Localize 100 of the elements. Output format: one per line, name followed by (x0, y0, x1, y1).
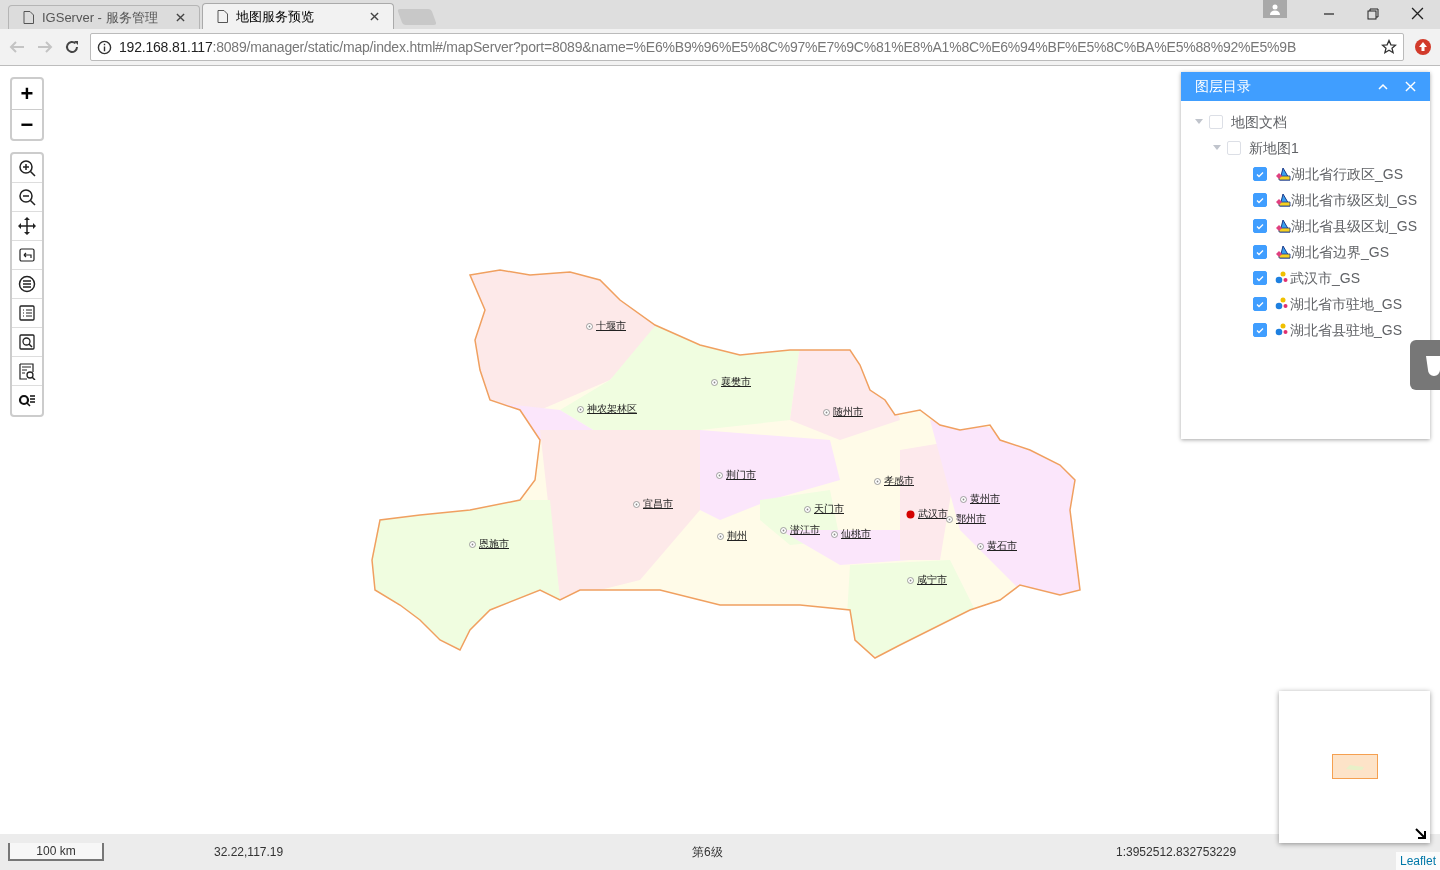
reload-icon[interactable] (64, 39, 80, 55)
coordinates-text: 32.22,117.19 (214, 844, 284, 861)
city-marker-icon (960, 495, 967, 503)
polygon-layer-icon (1275, 218, 1291, 234)
map-label: 潜江市 (790, 525, 820, 535)
undo-icon (18, 246, 36, 264)
check-icon (1256, 170, 1264, 178)
map-label: 孝感市 (884, 476, 914, 486)
layer-name[interactable]: 湖北省县驻地_GS (1290, 319, 1402, 341)
map-label: 仙桃市 (841, 529, 871, 539)
layer-name[interactable]: 地图文档 (1231, 111, 1287, 133)
zoom-out-button[interactable]: − (12, 110, 42, 139)
profile-icon[interactable] (1263, 0, 1287, 18)
extension-icon[interactable] (1414, 38, 1432, 56)
panel-title: 图层目录 (1195, 77, 1251, 96)
city-marker-icon (469, 540, 476, 548)
zoom-in-button[interactable]: + (12, 79, 42, 110)
move-arrows-icon (18, 217, 36, 235)
checkbox[interactable] (1253, 323, 1267, 337)
tab-title: IGServer - 服务管理 (42, 8, 158, 27)
scale-ratio-text: 1:3952512.832753229 (1116, 844, 1237, 861)
zoom-out-icon (18, 188, 36, 206)
close-icon[interactable] (176, 13, 185, 22)
browser-tab[interactable]: IGServer - 服务管理 (8, 5, 200, 29)
layer-name[interactable]: 湖北省行政区_GS (1291, 163, 1403, 185)
point-layer-icon (1275, 271, 1290, 285)
city-marker-icon (577, 405, 584, 413)
attribution-link[interactable]: Leaflet (1395, 852, 1440, 870)
map-label: 武汉市 (918, 509, 948, 519)
layer-name[interactable]: 湖北省县级区划_GS (1291, 215, 1417, 237)
city-marker-icon (874, 477, 881, 485)
checkbox[interactable] (1253, 219, 1267, 233)
zoom-level-text: 第6级 (692, 844, 723, 861)
city-marker-icon (804, 505, 811, 513)
city-marker-icon (780, 526, 787, 534)
url-text: 192.168.81.117:8089/manager/static/map/index.html#/mapServer?port=8089&name=%E6%B9%96%E5%8C%97%E7%9C%81%E8%A1%8C%E6%94%BF%E5%8C%BA%E5%88%92%E5%9B (119, 37, 1297, 57)
document-search-icon (18, 362, 36, 380)
search-frame-icon (18, 333, 36, 351)
point-layer-icon (1275, 297, 1290, 311)
check-icon (1256, 326, 1264, 334)
check-icon (1256, 196, 1264, 204)
checkbox[interactable] (1253, 271, 1267, 285)
map-label: 荆州 (727, 531, 747, 541)
city-marker-icon (977, 542, 984, 550)
map-label: 天门市 (814, 504, 844, 514)
checkbox[interactable] (1253, 167, 1267, 181)
city-marker-icon (823, 408, 830, 416)
zoom-in-icon (18, 159, 36, 177)
map-label: 神农架林区 (587, 404, 637, 414)
tab-title: 地图服务预览 (236, 7, 314, 26)
layer-name[interactable]: 湖北省边界_GS (1291, 241, 1389, 263)
city-marker-icon (633, 500, 640, 508)
map-label: 十堰市 (596, 321, 626, 331)
info-icon (97, 39, 112, 55)
address-bar[interactable]: 192.168.81.117:8089/manager/static/map/index.html#/mapServer?port=8089&name=%E6%B9%96%E5%8C%97%E7%9C%81%E8%A1%8C%E6%94%BF%E5%8C%BA%E5%88%92%E5%9B (90, 33, 1404, 61)
city-marker-icon (716, 471, 723, 479)
side-panel-toggle[interactable] (1410, 340, 1440, 390)
page-icon (217, 10, 228, 23)
check-icon (1256, 248, 1264, 256)
city-marker-icon (831, 530, 838, 538)
checkbox[interactable] (1253, 245, 1267, 259)
list-circle-icon (18, 275, 36, 293)
layer-name[interactable]: 新地图1 (1249, 137, 1299, 159)
map-label: 襄樊市 (721, 377, 751, 387)
check-icon (1256, 274, 1264, 282)
polygon-layer-icon (1275, 244, 1291, 260)
check-icon (1256, 300, 1264, 308)
map-label: 恩施市 (479, 539, 509, 549)
checkbox[interactable] (1253, 297, 1267, 311)
layer-name[interactable]: 湖北省市驻地_GS (1290, 293, 1402, 315)
list-icon (18, 304, 36, 322)
scale-bar: 100 km (8, 843, 104, 861)
city-marker-icon (711, 378, 718, 386)
checkbox[interactable] (1253, 193, 1267, 207)
capital-marker-icon (906, 509, 915, 519)
city-marker-icon (907, 576, 914, 584)
browser-tab[interactable]: 地图服务预览 (202, 3, 394, 29)
cup-icon (1424, 354, 1440, 376)
city-marker-icon (946, 515, 953, 523)
map-label: 鄂州市 (956, 514, 986, 524)
layer-name[interactable]: 湖北省市级区划_GS (1291, 189, 1417, 211)
polygon-layer-icon (1275, 192, 1291, 208)
layer-name[interactable]: 武汉市_GS (1290, 267, 1360, 289)
map-label: 黄州市 (970, 494, 1000, 504)
city-marker-icon (717, 532, 724, 540)
map-label: 随州市 (833, 407, 863, 417)
polygon-layer-icon (1275, 166, 1291, 182)
map-label: 咸宁市 (917, 575, 947, 585)
close-icon[interactable] (370, 12, 379, 21)
map-label: 荆门市 (726, 470, 756, 480)
check-icon (1256, 222, 1264, 230)
map-label: 黄石市 (987, 541, 1017, 551)
expand-arrow-icon[interactable] (1415, 828, 1426, 839)
city-marker-icon (586, 322, 593, 330)
close-icon[interactable] (1411, 7, 1424, 20)
point-layer-icon (1275, 323, 1290, 337)
bookmark-star-icon[interactable] (1381, 39, 1397, 55)
page-icon (23, 11, 34, 24)
restore-icon[interactable] (1367, 8, 1379, 20)
map-label: 宜昌市 (643, 499, 673, 509)
